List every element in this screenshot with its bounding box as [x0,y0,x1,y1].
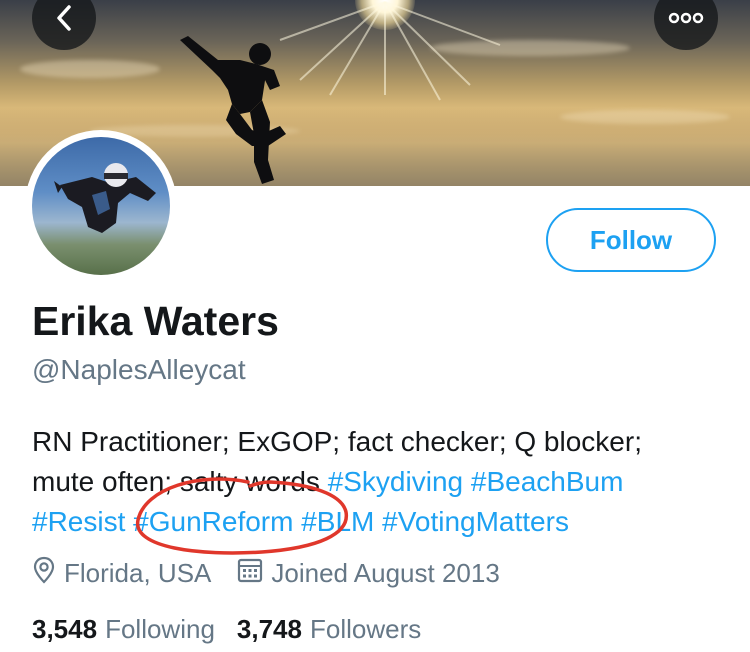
follow-button[interactable]: Follow [546,208,716,272]
followers-label: Followers [309,614,422,644]
bio-line-2: mute often; salty words #Skydiving #Beac… [32,462,732,502]
following-count: 3,548 [32,614,98,644]
skydiver-silhouette [180,36,286,184]
avatar-image [32,137,170,275]
bio-line-1: RN Practitioner; ExGOP; fact checker; Q … [32,426,642,457]
more-dots-icon [668,12,704,24]
follow-stats: 3,548 Following 3,748 Followers [32,614,421,645]
profile-bio: RN Practitioner; ExGOP; fact checker; Q … [32,422,732,542]
bio-line-3: #Resist #GunReform #BLM #VotingMatters [32,502,732,542]
joined-text: Joined August 2013 [271,558,500,588]
display-name: Erika Waters [32,298,279,344]
avatar[interactable] [25,130,177,282]
hashtag-link[interactable]: #BLM [301,506,374,537]
location-pin-icon [32,556,64,591]
followers-count: 3,748 [236,614,302,644]
location-text: Florida, USA [64,558,212,588]
hashtag-link[interactable]: #Skydiving [328,466,463,497]
location: Florida, USA [32,556,211,591]
username-handle: @NaplesAlleycat [32,354,246,385]
followers-link[interactable]: 3,748 Followers [237,614,421,645]
cloud [20,60,160,78]
calendar-icon [237,557,271,590]
hashtag-link[interactable]: #GunReform [133,506,293,537]
chevron-left-icon [54,3,74,33]
bio-text: mute often; salty words [32,466,328,497]
hashtag-link[interactable]: #BeachBum [471,466,624,497]
hashtag-link[interactable]: #Resist [32,506,125,537]
following-link[interactable]: 3,548 Following [32,614,215,645]
following-label: Following [105,614,215,644]
cloud [430,40,630,56]
hashtag-link[interactable]: #VotingMatters [382,506,569,537]
profile-meta: Florida, USA Joined August 2013 [32,556,500,591]
joined-date: Joined August 2013 [237,557,500,590]
